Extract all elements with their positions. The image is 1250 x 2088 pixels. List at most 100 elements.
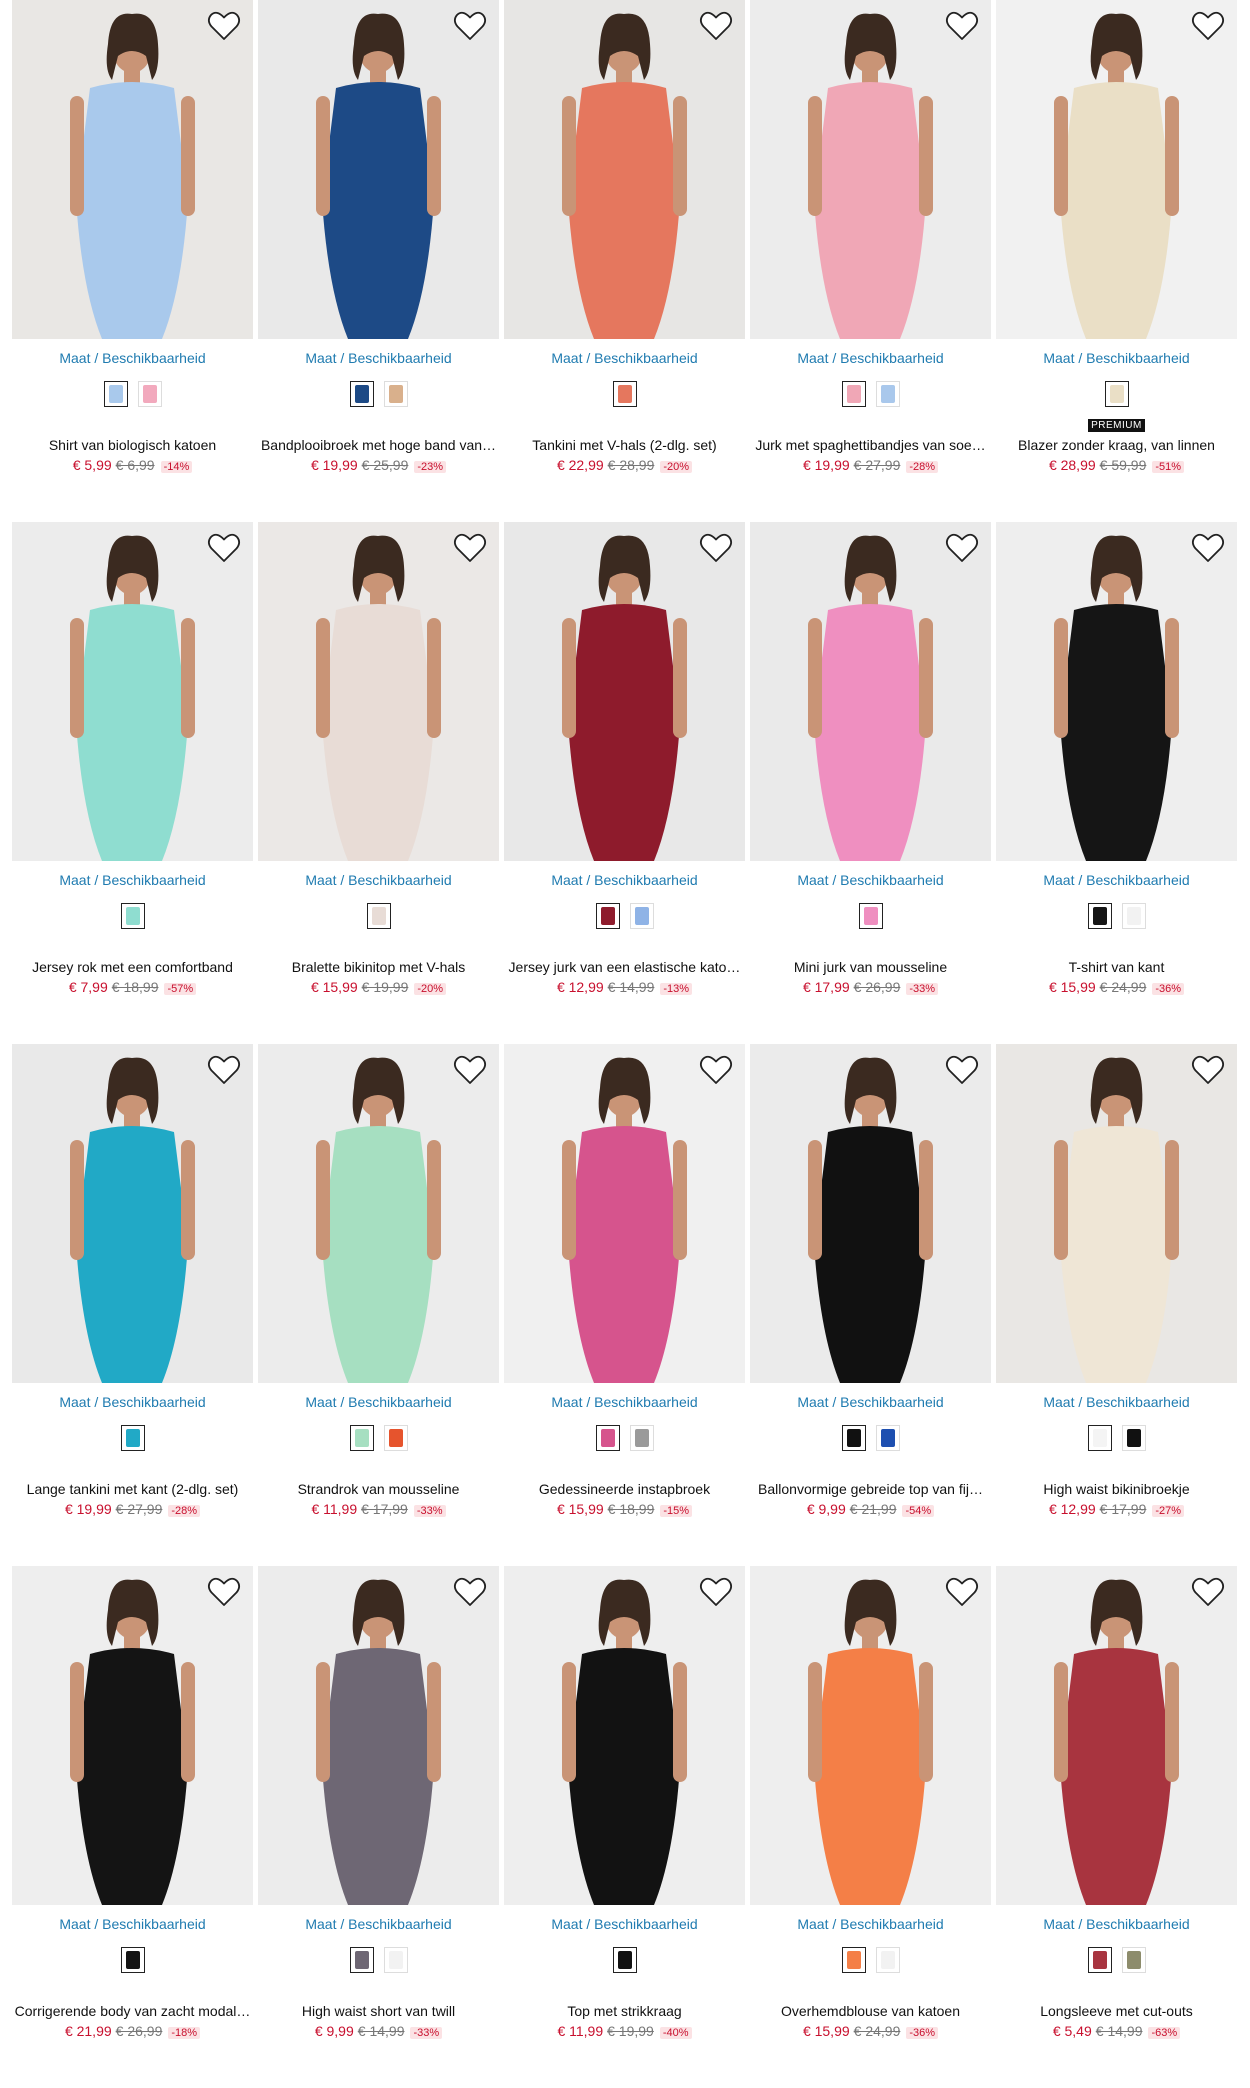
favorite-button[interactable]	[453, 10, 487, 42]
product-image[interactable]	[258, 0, 499, 339]
product-image[interactable]	[504, 522, 745, 861]
favorite-button[interactable]	[699, 532, 733, 564]
size-availability-link[interactable]: Maat / Beschikbaarheid	[12, 1916, 253, 1932]
product-image[interactable]	[12, 1566, 253, 1905]
product-card-15[interactable]: Maat / Beschikbaarheid High waist bikini…	[996, 1044, 1237, 1566]
favorite-button[interactable]	[945, 1576, 979, 1608]
product-card-2[interactable]: Maat / Beschikbaarheid Bandplooibroek me…	[258, 0, 499, 522]
product-image[interactable]	[258, 522, 499, 861]
product-card-6[interactable]: Maat / Beschikbaarheid Jersey rok met ee…	[12, 522, 253, 1044]
size-availability-link[interactable]: Maat / Beschikbaarheid	[504, 350, 745, 366]
color-swatch[interactable]	[1121, 1947, 1146, 1973]
product-image[interactable]	[12, 0, 253, 339]
product-name[interactable]: High waist short van twill	[258, 2003, 499, 2019]
favorite-button[interactable]	[699, 10, 733, 42]
size-availability-link[interactable]: Maat / Beschikbaarheid	[996, 1916, 1237, 1932]
size-availability-link[interactable]: Maat / Beschikbaarheid	[258, 872, 499, 888]
favorite-button[interactable]	[207, 10, 241, 42]
product-name[interactable]: Jersey rok met een comfortband	[12, 959, 253, 975]
favorite-button[interactable]	[1191, 1576, 1225, 1608]
color-swatch[interactable]	[366, 903, 391, 929]
color-swatch[interactable]	[595, 1425, 620, 1451]
product-name[interactable]: Jersey jurk van een elastische kato…	[504, 959, 745, 975]
color-swatch[interactable]	[1087, 1425, 1112, 1451]
size-availability-link[interactable]: Maat / Beschikbaarheid	[996, 1394, 1237, 1410]
favorite-button[interactable]	[1191, 532, 1225, 564]
color-swatch[interactable]	[1121, 903, 1146, 929]
product-image[interactable]	[12, 522, 253, 861]
product-image[interactable]	[996, 1566, 1237, 1905]
product-card-20[interactable]: Maat / Beschikbaarheid Longsleeve met cu…	[996, 1566, 1237, 2088]
color-swatch[interactable]	[349, 1425, 374, 1451]
product-card-19[interactable]: Maat / Beschikbaarheid Overhemdblouse va…	[750, 1566, 991, 2088]
product-image[interactable]	[750, 1566, 991, 1905]
product-name[interactable]: Blazer zonder kraag, van linnen	[996, 437, 1237, 453]
product-card-8[interactable]: Maat / Beschikbaarheid Jersey jurk van e…	[504, 522, 745, 1044]
color-swatch[interactable]	[383, 1947, 408, 1973]
product-name[interactable]: Strandrok van mousseline	[258, 1481, 499, 1497]
color-swatch[interactable]	[841, 381, 866, 407]
color-swatch[interactable]	[383, 1425, 408, 1451]
product-name[interactable]: Mini jurk van mousseline	[750, 959, 991, 975]
product-card-1[interactable]: Maat / Beschikbaarheid Shirt van biologi…	[12, 0, 253, 522]
product-card-9[interactable]: Maat / Beschikbaarheid Mini jurk van mou…	[750, 522, 991, 1044]
product-card-13[interactable]: Maat / Beschikbaarheid Gedessineerde ins…	[504, 1044, 745, 1566]
color-swatch[interactable]	[875, 381, 900, 407]
size-availability-link[interactable]: Maat / Beschikbaarheid	[12, 872, 253, 888]
color-swatch[interactable]	[383, 381, 408, 407]
product-image[interactable]	[996, 522, 1237, 861]
color-swatch[interactable]	[1087, 903, 1112, 929]
color-swatch[interactable]	[595, 903, 620, 929]
color-swatch[interactable]	[612, 1947, 637, 1973]
product-name[interactable]: Tankini met V-hals (2-dlg. set)	[504, 437, 745, 453]
color-swatch[interactable]	[629, 903, 654, 929]
product-image[interactable]	[750, 1044, 991, 1383]
product-name[interactable]: Corrigerende body van zacht modal…	[12, 2003, 253, 2019]
product-name[interactable]: Gedessineerde instapbroek	[504, 1481, 745, 1497]
product-card-14[interactable]: Maat / Beschikbaarheid Ballonvormige geb…	[750, 1044, 991, 1566]
color-swatch[interactable]	[120, 1947, 145, 1973]
color-swatch[interactable]	[137, 381, 162, 407]
favorite-button[interactable]	[207, 1054, 241, 1086]
favorite-button[interactable]	[453, 1576, 487, 1608]
product-name[interactable]: T-shirt van kant	[996, 959, 1237, 975]
product-image[interactable]	[504, 1044, 745, 1383]
product-name[interactable]: Overhemdblouse van katoen	[750, 2003, 991, 2019]
color-swatch[interactable]	[875, 1425, 900, 1451]
size-availability-link[interactable]: Maat / Beschikbaarheid	[750, 350, 991, 366]
color-swatch[interactable]	[612, 381, 637, 407]
favorite-button[interactable]	[207, 1576, 241, 1608]
color-swatch[interactable]	[1104, 381, 1129, 407]
size-availability-link[interactable]: Maat / Beschikbaarheid	[258, 1916, 499, 1932]
color-swatch[interactable]	[875, 1947, 900, 1973]
size-availability-link[interactable]: Maat / Beschikbaarheid	[258, 350, 499, 366]
favorite-button[interactable]	[207, 532, 241, 564]
product-card-10[interactable]: Maat / Beschikbaarheid T-shirt van kant …	[996, 522, 1237, 1044]
size-availability-link[interactable]: Maat / Beschikbaarheid	[750, 1916, 991, 1932]
product-image[interactable]	[258, 1044, 499, 1383]
size-availability-link[interactable]: Maat / Beschikbaarheid	[996, 350, 1237, 366]
color-swatch[interactable]	[349, 1947, 374, 1973]
product-card-11[interactable]: Maat / Beschikbaarheid Lange tankini met…	[12, 1044, 253, 1566]
product-card-12[interactable]: Maat / Beschikbaarheid Strandrok van mou…	[258, 1044, 499, 1566]
product-card-16[interactable]: Maat / Beschikbaarheid Corrigerende body…	[12, 1566, 253, 2088]
favorite-button[interactable]	[945, 532, 979, 564]
color-swatch[interactable]	[858, 903, 883, 929]
favorite-button[interactable]	[1191, 1054, 1225, 1086]
size-availability-link[interactable]: Maat / Beschikbaarheid	[996, 872, 1237, 888]
product-card-7[interactable]: Maat / Beschikbaarheid Bralette bikinito…	[258, 522, 499, 1044]
size-availability-link[interactable]: Maat / Beschikbaarheid	[504, 1394, 745, 1410]
product-image[interactable]	[996, 1044, 1237, 1383]
color-swatch[interactable]	[629, 1425, 654, 1451]
product-image[interactable]	[12, 1044, 253, 1383]
favorite-button[interactable]	[453, 1054, 487, 1086]
size-availability-link[interactable]: Maat / Beschikbaarheid	[750, 1394, 991, 1410]
product-name[interactable]: Jurk met spaghettibandjes van soe…	[750, 437, 991, 453]
size-availability-link[interactable]: Maat / Beschikbaarheid	[504, 872, 745, 888]
product-name[interactable]: Longsleeve met cut-outs	[996, 2003, 1237, 2019]
product-name[interactable]: High waist bikinibroekje	[996, 1481, 1237, 1497]
favorite-button[interactable]	[699, 1576, 733, 1608]
color-swatch[interactable]	[841, 1947, 866, 1973]
product-name[interactable]: Bralette bikinitop met V-hals	[258, 959, 499, 975]
color-swatch[interactable]	[103, 381, 128, 407]
